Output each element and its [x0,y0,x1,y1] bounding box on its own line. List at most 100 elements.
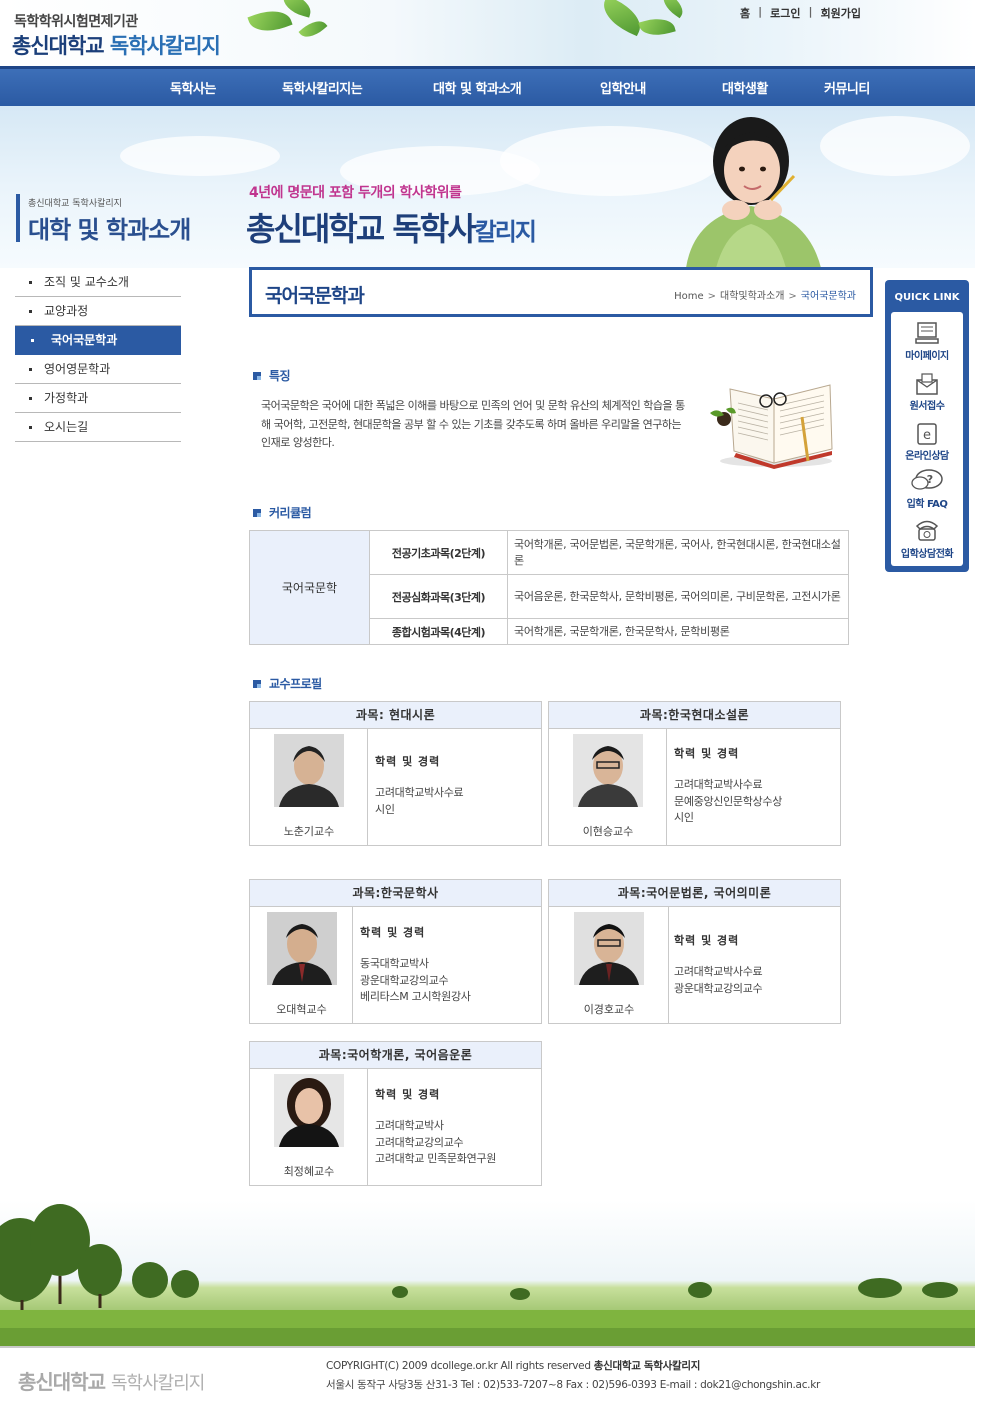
side-item-label: 교양과정 [44,304,89,318]
course-title: 과목:국어문법론, 국어의미론 [549,880,840,907]
site-logo[interactable]: 총신대학교 독학사칼리지 [12,30,221,60]
professor-photo [274,1074,344,1147]
login-link[interactable]: 로그인 [762,5,808,21]
footer-logo-school: 총신대학교 [18,1370,106,1394]
nav-item-community[interactable]: 커뮤니티 [824,78,870,97]
career-item: 고려대학교박사수료 [674,778,763,791]
svg-text:?: ? [927,473,933,486]
professor-name: 이현승교수 [582,825,634,838]
career-item: 광운대학교강의교수 [360,973,449,987]
bullet-icon [253,509,261,517]
curriculum-heading-text: 커리큘럼 [269,506,312,520]
side-navigation: 조직 및 교수소개 교양과정 국어국문학과 영어영문학과 가정학과 오시는길 [15,268,181,442]
career-item: 시인 [674,811,694,824]
side-item-liberal-arts[interactable]: 교양과정 [15,297,181,326]
leaf-decoration [658,0,688,19]
professor-card: 과목:한국현대소설론 이현승교수 학력 및 경력 고려대학교박사수료 문예중앙신… [548,701,841,846]
leaf-decoration [247,3,293,39]
stage-cell: 전공심화과목(3단계) [369,574,508,619]
quick-item-mypage[interactable]: 마이페이지 [891,320,963,362]
breadcrumb: Home > 대학및학과소개 > 국어국문학과 [674,287,856,302]
professor-card: 과목:국어문법론, 국어의미론 이경호교수 학력 및 경력 고려대학교박사수료 … [548,879,841,1024]
career-item: 동국대학교박사 [360,957,429,970]
faq-icon: ? [911,469,943,490]
quick-item-label: 온라인상담 [905,451,949,462]
quick-item-label: 원서접수 [909,401,945,412]
professor-name: 최정혜교수 [283,1165,335,1178]
bullet-icon [253,372,261,380]
nav-item-departments[interactable]: 대학 및 학과소개 [433,78,522,97]
slogan-main: 총신대학교 독학사 [246,210,477,248]
cloud-decoration [820,116,970,176]
career-item: 고려대학교 민족문화연구원 [375,1152,497,1165]
slogan-line-2: 총신대학교 독학사칼리지 [246,204,537,250]
professor-photo [274,734,344,807]
professor-photo [574,912,644,985]
stage-cell: 전공기초과목(2단계) [369,530,508,575]
career-list: 고려대학교박사수료 시인 [375,785,464,818]
logo-text-school: 총신대학교 [12,34,105,58]
nav-item-college[interactable]: 독학사칼리지는 [282,78,363,97]
professor-card: 과목:국어학개론, 국어음운론 최정혜교수 학력 및 경력 고려대학교박사 고려… [249,1041,542,1186]
table-row: 국어국문학 전공기초과목(2단계) 국어학개론, 국어문법론, 국문학개론, 국… [249,530,849,645]
quick-item-phone[interactable]: 입학상담전화 [891,516,963,560]
course-title: 과목:한국문학사 [250,880,541,907]
home-link[interactable]: 홈 [732,5,758,21]
career-item: 고려대학교박사수료 [674,965,763,978]
site-header: 독학학위시험면제기관 총신대학교 독학사칼리지 홈 | 로그인 | 회원가입 [0,0,975,66]
curriculum-table: 국어국문학 전공기초과목(2단계) 국어학개론, 국어문법론, 국문학개론, 국… [249,530,849,645]
career-list: 동국대학교박사 광운대학교강의교수 베리타스M 고시학원강사 [360,956,471,1006]
career-item: 광운대학교강의교수 [674,981,763,995]
side-item-label: 국어국문학과 [51,333,118,347]
logo-text-college: 독학사칼리지 [109,34,221,58]
application-icon [916,373,938,395]
footer-divider [0,1346,975,1348]
course-title: 과목:국어학개론, 국어음운론 [250,1042,541,1069]
career-item: 베리타스M 고시학원강사 [360,990,471,1003]
nav-item-admission[interactable]: 입학안내 [600,78,646,97]
course-title: 과목:한국현대소설론 [549,702,840,729]
career-item: 문예중앙신인문학상수상 [674,794,783,808]
copyright-line: COPYRIGHT(C) 2009 dcollege.or.kr All rig… [326,1357,820,1376]
side-item-english-literature[interactable]: 영어영문학과 [15,355,181,384]
career-list: 고려대학교박사수료 광운대학교강의교수 [674,964,763,997]
open-book-icon [710,384,833,469]
page-title: 국어국문학과 [265,285,365,307]
breadcrumb-current: 국어국문학과 [800,291,856,302]
section-bar [16,194,20,242]
career-list: 고려대학교박사수료 문예중앙신인문학상수상 시인 [674,777,782,827]
leaf-decoration [596,0,648,37]
landscape-illustration [0,1200,975,1346]
professor-photo [267,912,337,985]
quick-item-faq[interactable]: ? 입학 FAQ [891,468,963,510]
side-item-home-economics[interactable]: 가정학과 [15,384,181,413]
career-item: 고려대학교강의교수 [375,1135,464,1149]
professor-name: 오대혁교수 [276,1003,327,1016]
top-links: 홈 | 로그인 | 회원가입 [732,5,869,21]
leaf-decoration [298,15,328,43]
side-item-directions[interactable]: 오시는길 [15,413,181,442]
professor-name: 노춘기교수 [283,825,335,838]
copyright-text: COPYRIGHT(C) 2009 dcollege.or.kr All rig… [326,1360,594,1372]
nav-item-campus-life[interactable]: 대학생활 [722,78,768,97]
side-item-organization[interactable]: 조직 및 교수소개 [15,268,181,297]
student-illustration [686,117,821,268]
career-caption: 학력 및 경력 [674,747,740,760]
side-item-korean-literature[interactable]: 국어국문학과 [15,326,181,355]
quick-item-online-counsel[interactable]: e 온라인상담 [891,422,963,462]
phone-icon [915,520,939,541]
subjects-cell: 국어음운론, 한국문학사, 문학비평론, 국어의미론, 구비문학론, 고전시가론 [507,574,849,619]
signup-link[interactable]: 회원가입 [813,5,869,21]
feature-heading: 특징 [253,367,291,384]
quick-item-application[interactable]: 원서접수 [891,372,963,412]
leaf-decoration [638,13,676,41]
breadcrumb-section[interactable]: 대학및학과소개 [720,291,784,302]
quick-item-label: 마이페이지 [905,351,949,362]
breadcrumb-home[interactable]: Home [674,291,704,302]
career-item: 고려대학교박사수료 [375,786,464,799]
nav-item-about[interactable]: 독학사는 [170,78,216,97]
professor-card: 과목:한국문학사 오대혁교수 학력 및 경력 동국대학교박사 광운대학교강의교수… [249,879,542,1024]
bullet-icon [253,680,261,688]
sub-visual-banner: 총신대학교 독학사칼리지 대학 및 학과소개 4년에 명문대 포함 두개의 학사… [0,106,975,268]
mypage-icon [915,322,939,344]
